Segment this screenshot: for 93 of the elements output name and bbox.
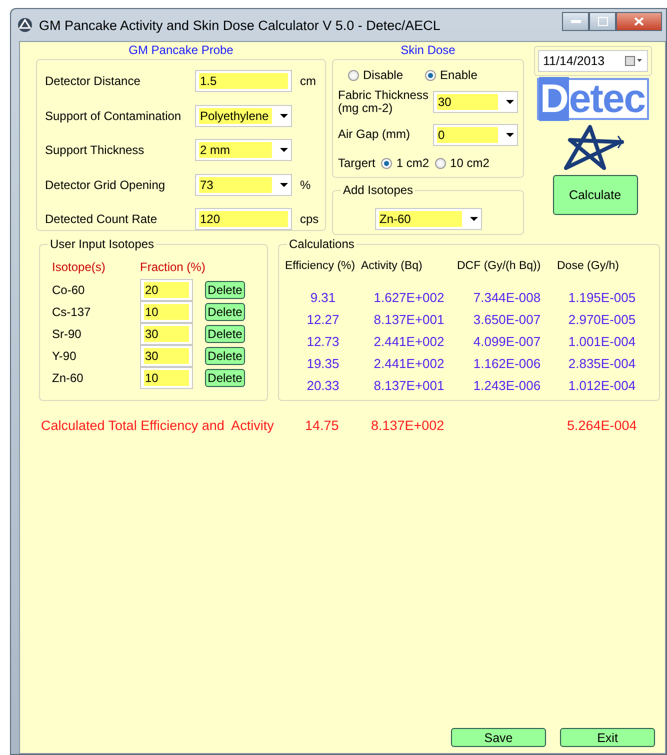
total-dose: 5.264E-004 — [567, 418, 637, 432]
table-cell-text: 12.27 — [306, 311, 340, 329]
table-cell-text: 2.441E+002 — [372, 333, 446, 351]
footer-button[interactable]: Exit — [560, 728, 655, 747]
field-label: Support Thickness — [45, 143, 146, 158]
calendar-icon — [625, 56, 643, 66]
group-title: Add Isotopes — [341, 183, 416, 197]
input-field[interactable]: 10 — [140, 367, 193, 389]
logo-text: Detec — [537, 78, 649, 120]
table-cell-text: 1.012E-004 — [567, 377, 637, 395]
table-cell-text: 2.835E-004 — [567, 355, 637, 373]
total-efficiency: 14.75 — [305, 418, 340, 432]
field-label: Air Gap (mm) — [338, 128, 411, 141]
delete-button[interactable]: Delete — [205, 369, 245, 387]
radio-option[interactable]: Disable — [348, 68, 404, 82]
table-cell-text: 3.650E-007 — [472, 311, 542, 329]
unit-label: cm — [300, 74, 316, 88]
window-title: GM Pancake Activity and Skin Dose Calculator V 5.0 - Detec/AECL — [39, 18, 440, 32]
close-button[interactable] — [616, 12, 662, 30]
table-cell-text: 8.137E+001 — [372, 377, 446, 395]
close-icon — [634, 16, 644, 26]
dropdown[interactable]: 0 — [433, 124, 518, 146]
minimize-icon — [570, 19, 580, 23]
delete-button[interactable]: Delete — [205, 281, 245, 299]
footer-button[interactable]: Save — [451, 728, 546, 747]
table-cell-text: 8.137E+001 — [372, 311, 446, 329]
dropdown[interactable]: 73 — [195, 174, 292, 196]
isotope-name: Cs-137 — [52, 305, 92, 319]
table-cell-text: 9.31 — [309, 289, 337, 307]
table-cell-text: 20.33 — [306, 377, 340, 395]
field-label: Detector Distance — [45, 74, 142, 88]
dropdown[interactable]: 30 — [433, 90, 518, 112]
unit-label: cps — [300, 212, 319, 226]
table-cell-text: 1.162E-006 — [472, 355, 542, 373]
date-picker[interactable]: 11/14/2013 — [538, 50, 648, 72]
input-field[interactable]: 10 — [140, 301, 193, 323]
input-field[interactable]: 1.5 — [195, 70, 292, 92]
field-label: Targert — [338, 156, 376, 170]
total-activity: 8.137E+002 — [371, 418, 446, 432]
field-label: Detector Grid Opening — [45, 178, 166, 192]
app-icon — [17, 17, 33, 33]
table-cell-text: 4.099E-007 — [472, 333, 542, 351]
delete-button[interactable]: Delete — [205, 303, 245, 321]
isotope-name: Zn-60 — [52, 371, 84, 385]
maximize-button[interactable] — [589, 12, 616, 30]
caret-icon — [470, 217, 478, 221]
group-title: Calculations — [287, 237, 356, 251]
caret-icon — [280, 148, 288, 152]
column-header: Isotope(s) — [52, 260, 106, 274]
isotope-name: Co-60 — [52, 283, 86, 297]
radio-option[interactable]: 10 cm2 — [435, 156, 490, 170]
column-header: Dose (Gy/h) — [557, 259, 620, 274]
input-field[interactable]: 30 — [140, 323, 193, 345]
isotope-name: Sr-90 — [52, 327, 82, 341]
field-label: Support of Contamination — [45, 108, 182, 123]
dropdown[interactable]: Polyethylene — [195, 104, 292, 127]
table-cell-text: 12.73 — [306, 333, 340, 351]
column-header: Fraction (%) — [140, 260, 206, 274]
column-header: Activity (Bq) — [361, 259, 424, 274]
section-title: GM Pancake Probe — [128, 42, 234, 59]
input-field[interactable]: 120 — [195, 208, 292, 230]
column-header: DCF (Gy/(h Bq)) — [457, 259, 542, 274]
radio-option[interactable]: Enable — [425, 68, 478, 82]
table-cell-text: 1.001E-004 — [567, 333, 637, 351]
section-title: Skin Dose — [400, 42, 456, 59]
totals-label: Calculated Total Efficiency and Activity — [41, 418, 275, 432]
column-header: Efficiency (%) — [285, 259, 356, 274]
delete-button[interactable]: Delete — [205, 347, 245, 365]
table-cell-text: 1.627E+002 — [372, 289, 446, 307]
table-cell-text: 2.970E-005 — [567, 311, 637, 329]
minimize-button[interactable] — [562, 12, 589, 30]
field-label: Detected Count Rate — [45, 212, 158, 226]
group-title: User Input Isotopes — [48, 237, 156, 251]
field-label: Fabric Thickness (mg cm-2) — [338, 88, 430, 114]
input-field[interactable]: 20 — [140, 279, 193, 301]
table-cell-text: 2.441E+002 — [372, 355, 446, 373]
input-field[interactable]: 30 — [140, 345, 193, 367]
delete-button[interactable]: Delete — [205, 325, 245, 343]
caret-icon — [280, 182, 288, 187]
table-cell-text: 1.243E-006 — [472, 377, 542, 395]
caret-icon — [506, 100, 514, 104]
caret-icon — [280, 114, 288, 118]
calculate-button[interactable]: Calculate — [552, 175, 638, 215]
radio-option[interactable]: 1 cm2 — [381, 156, 430, 170]
isotope-name: Y-90 — [52, 349, 78, 363]
dropdown[interactable]: 2 mm — [195, 139, 292, 162]
maximize-icon — [598, 16, 608, 26]
table-cell-text: 1.195E-005 — [567, 289, 637, 307]
unit-label: % — [300, 178, 311, 192]
caret-icon — [506, 132, 514, 136]
table-cell-text: 7.344E-008 — [472, 289, 542, 307]
table-cell-text: 19.35 — [306, 355, 340, 373]
dropdown[interactable]: Zn-60 — [374, 208, 482, 230]
